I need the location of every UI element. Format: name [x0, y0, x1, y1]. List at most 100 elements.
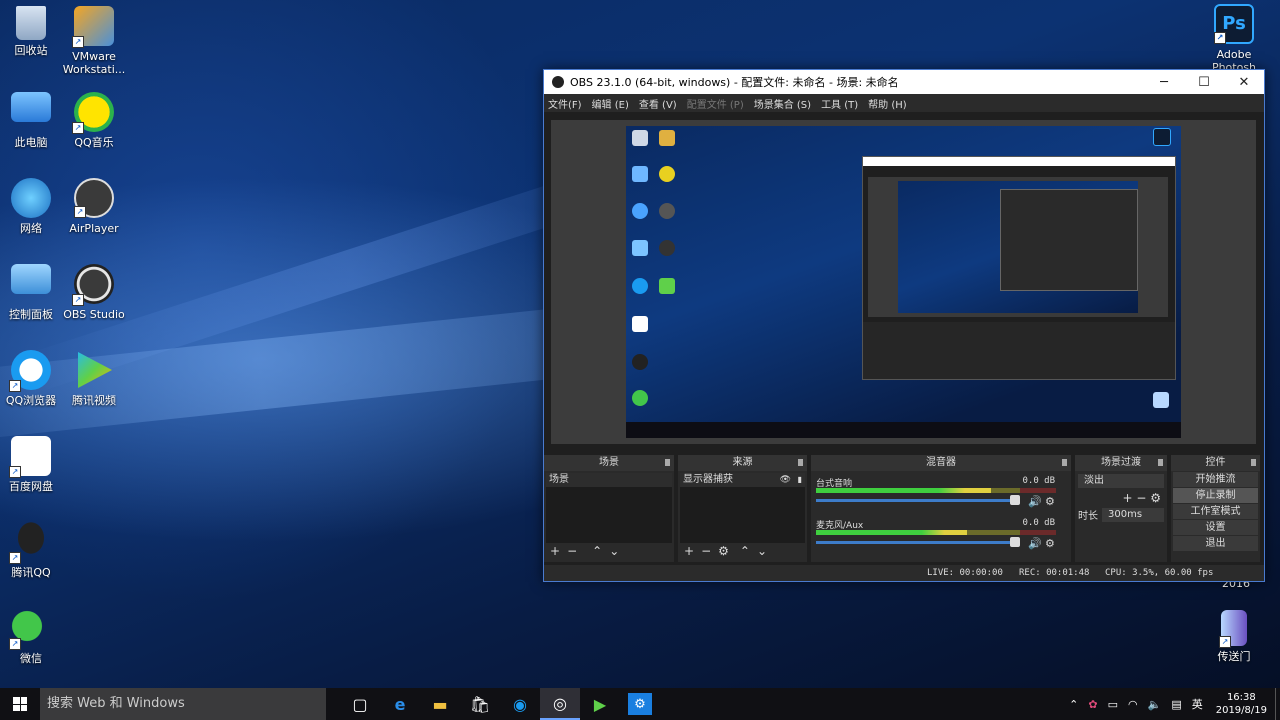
volume-slider[interactable] [816, 537, 1020, 547]
tray-chevron-icon[interactable]: ⌃ [1069, 698, 1078, 711]
mixer-header: 混音器 [926, 457, 956, 468]
lock-icon[interactable]: ▮ [798, 473, 802, 487]
add-source-button[interactable]: + [684, 544, 694, 558]
duration-label: 时长 [1078, 511, 1098, 522]
add-scene-button[interactable]: + [550, 544, 560, 558]
start-streaming-button[interactable]: 开始推流 [1173, 472, 1258, 487]
menu-tools[interactable]: 工具 (T) [821, 96, 858, 111]
preview-area[interactable] [551, 120, 1256, 444]
maximize-button[interactable]: ☐ [1184, 70, 1224, 94]
scenes-header: 场景 [599, 457, 619, 468]
desktop: 回收站 ↗ VMware Workstati... 此电脑 ↗ QQ音乐 网络 … [0, 0, 1280, 688]
wechat-icon: ↗ [9, 608, 51, 650]
exit-button[interactable]: 退出 [1173, 536, 1258, 551]
live-status: LIVE: 00:00:00 [927, 568, 1003, 578]
edge-icon[interactable]: e [380, 688, 420, 720]
menu-edit[interactable]: 编辑 (E) [592, 96, 629, 111]
scene-item[interactable]: 场景 [546, 473, 672, 487]
source-item[interactable]: 显示器捕获 👁 ▮ [680, 473, 805, 487]
desktop-icon-qq-music[interactable]: ↗ QQ音乐 [54, 92, 134, 149]
source-properties-gear-icon[interactable]: ⚙ [718, 544, 729, 558]
desktop-icon-baidu-netdisk[interactable]: ↗ 百度网盘 [0, 436, 71, 493]
tray-app-icon[interactable]: ✿ [1088, 698, 1097, 711]
status-bar: LIVE: 00:00:00 REC: 00:01:48 CPU: 3.5%, … [544, 565, 1264, 581]
stop-recording-button[interactable]: 停止录制 [1173, 488, 1258, 503]
menu-view[interactable]: 查看 (V) [639, 96, 677, 111]
transition-select[interactable]: 淡出 [1078, 474, 1164, 488]
clock[interactable]: 16:38 2019/8/19 [1216, 691, 1267, 717]
obs-titlebar[interactable]: OBS 23.1.0 (64-bit, windows) - 配置文件: 未命名… [544, 70, 1264, 94]
mixer-channels: 台式音响 0.0 dB 🔊 ⚙ 麦克风/Aux 0.0 dB 🔊 ⚙ [813, 475, 1065, 559]
controls-header: 控件 [1205, 457, 1226, 468]
show-desktop-button[interactable] [1275, 688, 1280, 720]
remove-transition-button[interactable]: − [1136, 491, 1146, 505]
settings-taskbar-icon[interactable]: ⚙ [628, 693, 652, 715]
rec-status: REC: 00:01:48 [1019, 568, 1090, 578]
remove-scene-button[interactable]: − [567, 544, 577, 558]
desktop-icon-label: 此电脑 [14, 136, 48, 149]
close-button[interactable]: ✕ [1224, 70, 1264, 94]
gear-icon[interactable]: ⚙ [1045, 537, 1055, 550]
transitions-dock: 场景过渡 淡出 + − ⚙ 时长 300ms [1075, 455, 1167, 562]
notification-icon[interactable]: ▤ [1171, 698, 1181, 711]
scenes-dock: 场景 场景 + − ⌃ ⌄ [544, 455, 674, 562]
desktop-icon-label: 控制面板 [9, 308, 53, 321]
menu-scene-collection[interactable]: 场景集合 (S) [754, 96, 811, 111]
move-down-icon[interactable]: ⌄ [609, 544, 619, 558]
computer-icon [11, 92, 51, 122]
speaker-icon[interactable]: 🔊 [1028, 495, 1042, 508]
desktop-icon-label: 腾讯视频 [72, 394, 116, 407]
volume-slider[interactable] [816, 495, 1020, 505]
speaker-icon[interactable]: 🔊 [1028, 537, 1042, 550]
studio-mode-button[interactable]: 工作室模式 [1173, 504, 1258, 519]
desktop-icon-obs[interactable]: ↗ OBS Studio [54, 264, 134, 321]
task-view-icon[interactable]: ▢ [340, 688, 380, 720]
transition-gear-icon[interactable]: ⚙ [1150, 491, 1161, 505]
menu-file[interactable]: 文件(F) [548, 96, 582, 111]
tencent-video-taskbar-icon[interactable]: ▶ [580, 688, 620, 720]
battery-icon[interactable]: ▭ [1108, 698, 1118, 711]
ime-indicator[interactable]: 英 [1192, 696, 1203, 712]
store-icon[interactable]: 🛍 [460, 688, 500, 720]
gear-icon[interactable]: ⚙ [1045, 495, 1055, 508]
remove-source-button[interactable]: − [701, 544, 711, 558]
cpu-status: CPU: 3.5%, 60.00 fps [1105, 568, 1214, 578]
qq-browser-taskbar-icon[interactable]: ◉ [500, 688, 540, 720]
desktop-icon-photoshop[interactable]: Ps ↗ Adobe Photosh [1194, 4, 1274, 70]
scenes-list[interactable]: 场景 [546, 473, 672, 543]
portal-icon: ↗ [1219, 610, 1247, 648]
settings-button[interactable]: 设置 [1173, 520, 1258, 535]
sources-list[interactable]: 显示器捕获 👁 ▮ [680, 473, 805, 543]
desktop-icon-wechat[interactable]: ↗ 微信 [0, 608, 71, 665]
obs-icon: ↗ [72, 264, 114, 306]
sources-header: 来源 [732, 457, 753, 468]
obs-window[interactable]: OBS 23.1.0 (64-bit, windows) - 配置文件: 未命名… [543, 69, 1265, 582]
search-box[interactable]: 搜索 Web 和 Windows [40, 688, 326, 720]
move-up-icon[interactable]: ⌃ [740, 544, 750, 558]
volume-meter [816, 488, 1056, 493]
controls-dock: 控件 开始推流 停止录制 工作室模式 设置 退出 [1171, 455, 1260, 562]
menu-help[interactable]: 帮助 (H) [868, 96, 907, 111]
wifi-icon[interactable]: ◠ [1128, 698, 1138, 711]
volume-meter [816, 530, 1056, 535]
airplayer-icon: ↗ [74, 178, 114, 218]
menu-profile[interactable]: 配置文件 (P) [687, 96, 744, 111]
desktop-icon-vmware[interactable]: ↗ VMware Workstati... [54, 6, 134, 76]
move-up-icon[interactable]: ⌃ [592, 544, 602, 558]
qq-browser-icon: ↗ [9, 350, 51, 392]
duration-input[interactable]: 300ms [1102, 507, 1164, 522]
obs-taskbar-icon[interactable]: ◎ [540, 688, 580, 720]
move-down-icon[interactable]: ⌄ [757, 544, 767, 558]
desktop-icon-airplayer[interactable]: ↗ AirPlayer [54, 178, 134, 235]
file-explorer-icon[interactable]: ▬ [420, 688, 460, 720]
minimize-button[interactable]: ─ [1144, 70, 1184, 94]
desktop-icon-label: 腾讯QQ [11, 566, 51, 579]
volume-icon[interactable]: 🔈 [1148, 698, 1162, 711]
add-transition-button[interactable]: + [1122, 491, 1132, 505]
desktop-icon-portal[interactable]: ↗ 传送门 [1194, 610, 1274, 663]
start-button[interactable] [0, 688, 40, 720]
network-icon [11, 178, 51, 218]
desktop-icon-qq[interactable]: ↗ 腾讯QQ [0, 522, 71, 579]
eye-icon[interactable]: 👁 [780, 473, 791, 487]
desktop-icon-tencent-video[interactable]: 腾讯视频 [54, 350, 134, 407]
